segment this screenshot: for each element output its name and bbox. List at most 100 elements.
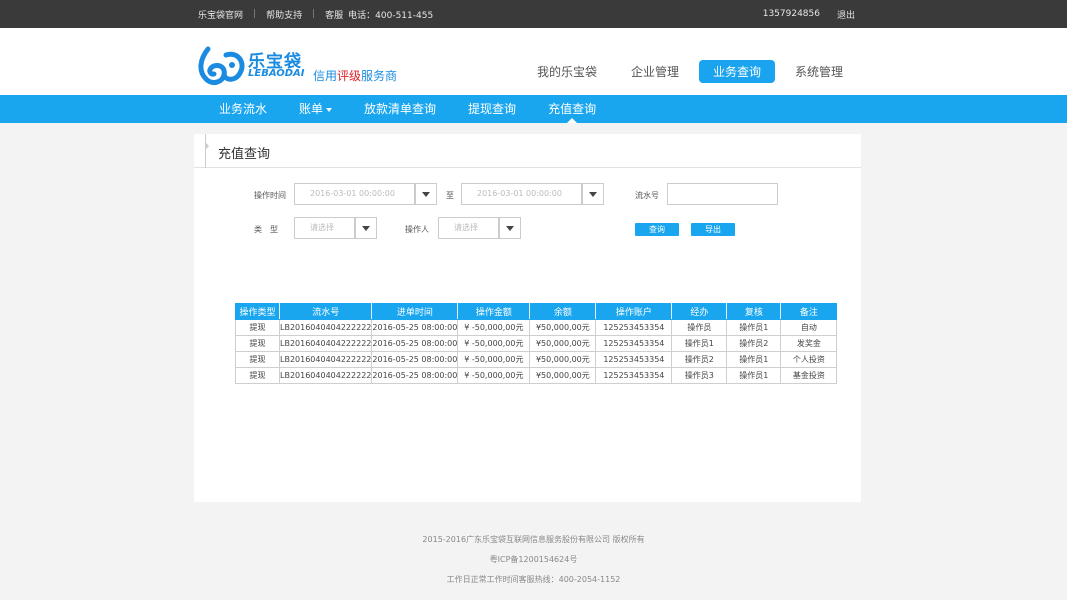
title-notch — [205, 142, 209, 150]
top-link-help[interactable]: 帮助支持 — [266, 8, 302, 21]
footer-copyright: 2015-2016广东乐宝袋互联网信息服务股份有限公司 版权所有 — [422, 535, 645, 544]
cell: ¥50,000,00元 — [529, 367, 597, 384]
cell: 操作员3 — [671, 367, 728, 384]
operator-select[interactable]: 请选择 — [438, 217, 499, 239]
col-balance: 余额 — [529, 303, 597, 320]
top-link-service[interactable]: 客服 — [325, 8, 343, 21]
logo-en: LEBAODAI — [248, 68, 305, 79]
cell: 2016-05-25 08:00:00 — [371, 319, 459, 336]
panel-header: 充值查询 — [194, 134, 861, 168]
footer: 2015-2016广东乐宝袋互联网信息服务股份有限公司 版权所有 粤ICP备12… — [0, 517, 1067, 600]
date-to-input[interactable]: 2016-03-01 00:00:00 — [461, 183, 582, 205]
divider: | — [253, 9, 257, 19]
cell: LB2016040404222222 — [278, 367, 373, 384]
cell: 125253453354 — [595, 319, 673, 336]
col-amount: 操作金额 — [457, 303, 531, 320]
dropdown-arrow-icon — [589, 192, 597, 197]
cell: 操作员 — [671, 319, 728, 336]
query-button[interactable]: 查询 — [635, 223, 679, 236]
col-order-time: 进单时间 — [371, 303, 459, 320]
nav-system[interactable]: 系统管理 — [781, 60, 857, 83]
cell: 125253453354 — [595, 335, 673, 352]
table-row[interactable]: 提现 LB2016040404222222 2016-05-25 08:00:0… — [235, 367, 838, 384]
subnav-bill[interactable]: 账单 — [287, 95, 344, 123]
content-panel: 充值查询 操作时间 2016-03-01 00:00:00 至 2016-03-… — [194, 134, 861, 502]
table-row[interactable]: 提现 LB2016040404222222 2016-05-25 08:00:0… — [235, 319, 838, 336]
top-bar: 乐宝袋官网 | 帮助支持 | 客服 电话：400-511-455 1357924… — [0, 0, 1067, 28]
cell: 2016-05-25 08:00:00 — [371, 335, 459, 352]
cell: LB2016040404222222 — [278, 335, 373, 352]
date-to-dropdown[interactable] — [582, 183, 604, 205]
subnav-withdraw-query[interactable]: 提现查询 — [456, 95, 528, 123]
type-label: 类 型 — [254, 225, 278, 234]
dropdown-arrow-icon — [422, 192, 430, 197]
col-op-type: 操作类型 — [235, 303, 280, 320]
col-serial: 流水号 — [278, 303, 373, 320]
logout-link[interactable]: 退出 — [837, 8, 855, 21]
serial-label: 流水号 — [635, 191, 659, 200]
date-from-dropdown[interactable] — [415, 183, 437, 205]
cell: ¥ -50,000,00元 — [457, 351, 531, 368]
col-account: 操作账户 — [595, 303, 673, 320]
subnav-recharge-query[interactable]: 充值查询 — [536, 95, 608, 123]
export-button[interactable]: 导出 — [691, 223, 735, 236]
col-handler: 经办 — [671, 303, 728, 320]
cell: ¥50,000,00元 — [529, 319, 597, 336]
cell: 操作员2 — [726, 335, 782, 352]
table-row[interactable]: 提现 LB2016040404222222 2016-05-25 08:00:0… — [235, 335, 838, 352]
chevron-down-icon — [326, 107, 333, 112]
sub-nav: 业务流水 账单 放款清单查询 提现查询 充值查询 — [0, 95, 1067, 123]
top-link-official-site[interactable]: 乐宝袋官网 — [198, 8, 243, 21]
cell: ¥ -50,000,00元 — [457, 319, 531, 336]
cell: 操作员2 — [671, 351, 728, 368]
cell: 提现 — [235, 367, 280, 384]
cell: 个人投资 — [780, 351, 838, 368]
cell: 发奖金 — [780, 335, 838, 352]
table-row[interactable]: 提现 LB2016040404222222 2016-05-25 08:00:0… — [235, 351, 838, 368]
type-dropdown[interactable] — [355, 217, 377, 239]
subnav-business-flow[interactable]: 业务流水 — [207, 95, 279, 123]
cell: 自动 — [780, 319, 838, 336]
dropdown-arrow-icon — [506, 226, 514, 231]
type-select[interactable]: 请选择 — [294, 217, 355, 239]
dropdown-arrow-icon — [362, 226, 370, 231]
nav-my-lebaodai[interactable]: 我的乐宝袋 — [523, 60, 611, 83]
account-number[interactable]: 1357924856 — [763, 9, 820, 19]
service-phone: 电话：400-511-455 — [348, 10, 434, 21]
cell: ¥ -50,000,00元 — [457, 367, 531, 384]
top-links: 乐宝袋官网 | 帮助支持 | 客服 电话：400-511-455 — [198, 0, 433, 28]
cell: LB2016040404222222 — [278, 351, 373, 368]
subnav-loan-list[interactable]: 放款清单查询 — [352, 95, 448, 123]
cell: 提现 — [235, 335, 280, 352]
col-reviewer: 复核 — [726, 303, 782, 320]
nav-business-query[interactable]: 业务查询 — [698, 60, 775, 83]
logo-slogan: 信用评级服务商 — [313, 69, 398, 83]
logo-mark-icon — [198, 46, 245, 85]
divider: | — [312, 9, 316, 19]
cell: 2016-05-25 08:00:00 — [371, 351, 459, 368]
title-accent-line — [205, 134, 206, 168]
footer-icp[interactable]: 粤ICP备1200154624号 — [0, 554, 1067, 565]
top-account: 1357924856 退出 — [763, 0, 855, 28]
operator-dropdown[interactable] — [499, 217, 521, 239]
table-header-row: 操作类型 流水号 进单时间 操作金额 余额 操作账户 经办 复核 备注 — [235, 303, 838, 320]
cell: 2016-05-25 08:00:00 — [371, 367, 459, 384]
date-from-input[interactable]: 2016-03-01 00:00:00 — [294, 183, 415, 205]
nav-enterprise[interactable]: 企业管理 — [617, 60, 693, 83]
cell: 125253453354 — [595, 367, 673, 384]
serial-input[interactable] — [667, 183, 778, 205]
col-note: 备注 — [780, 303, 838, 320]
footer-hotline: 工作日正常工作时间客服热线：400-2054-1152 — [446, 575, 621, 584]
op-time-label: 操作时间 — [254, 191, 286, 200]
cell: 操作员1 — [671, 335, 728, 352]
cell: 操作员1 — [726, 367, 782, 384]
recharge-table: 操作类型 流水号 进单时间 操作金额 余额 操作账户 经办 复核 备注 提现 L… — [235, 303, 838, 384]
to-label: 至 — [446, 191, 454, 200]
cell: 基金投资 — [780, 367, 838, 384]
cell: ¥50,000,00元 — [529, 335, 597, 352]
page-title: 充值查询 — [218, 147, 271, 162]
logo[interactable]: 乐宝袋 LEBAODAI 信用评级服务商 — [198, 45, 408, 85]
cell: LB2016040404222222 — [278, 319, 373, 336]
cell: 操作员1 — [726, 351, 782, 368]
cell: 125253453354 — [595, 351, 673, 368]
